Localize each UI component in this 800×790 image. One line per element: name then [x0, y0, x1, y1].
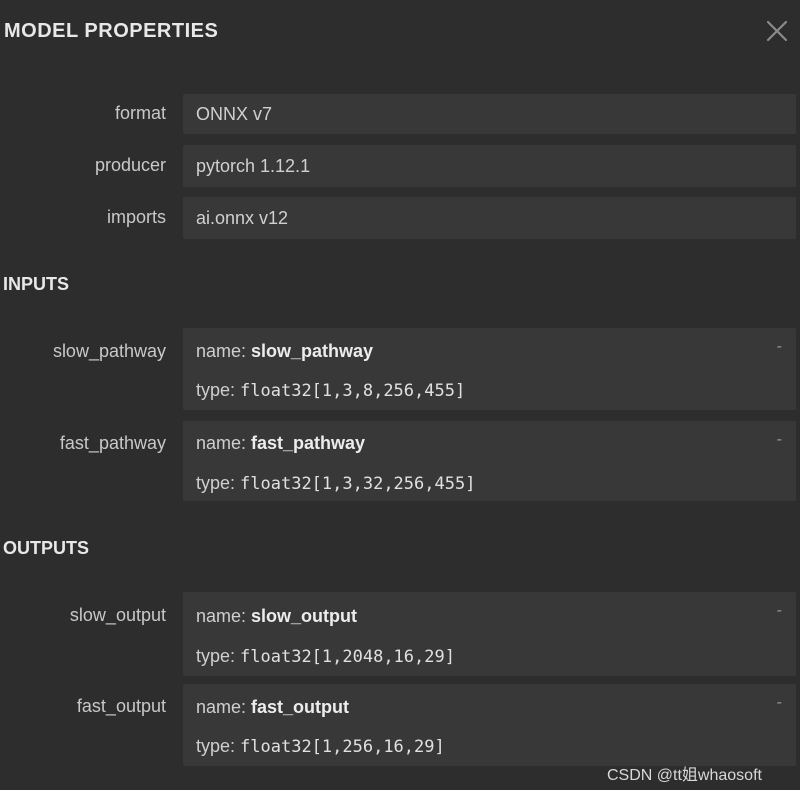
inputs-section-title: INPUTS: [3, 274, 70, 294]
input-type-line: type: float32[1,3,8,256,455]: [196, 380, 465, 401]
name-key: name:: [196, 606, 252, 626]
property-value-format: ONNX v7: [196, 104, 273, 124]
input-name: slow_pathway: [251, 341, 374, 361]
output-name-line: name: slow_output: [196, 606, 357, 627]
input-value-box: name: fast_pathway type: float32[1,3,32,…: [183, 421, 796, 501]
output-type-line: type: float32[1,2048,16,29]: [196, 646, 455, 667]
input-label: fast_pathway: [59, 433, 166, 453]
output-value-box: name: fast_output type: float32[1,256,16…: [183, 684, 796, 766]
input-name: fast_pathway: [251, 433, 366, 453]
property-value-producer: pytorch 1.12.1: [196, 156, 311, 176]
name-key: name:: [196, 697, 252, 717]
input-type: float32[1,3,32,256,455]: [240, 474, 476, 494]
name-key: name:: [196, 341, 252, 361]
output-name: slow_output: [251, 606, 358, 626]
property-label-imports: imports: [106, 207, 166, 227]
property-value-box-imports: ai.onnx v12: [183, 197, 796, 239]
input-label: slow_pathway: [52, 341, 166, 361]
type-key: type:: [196, 736, 241, 756]
input-type-line: type: float32[1,3,32,256,455]: [196, 473, 475, 494]
output-name-line: name: fast_output: [196, 697, 349, 718]
close-icon: [766, 20, 788, 42]
expand-toggle-button[interactable]: -: [777, 602, 782, 620]
type-key: type:: [196, 473, 241, 493]
close-button[interactable]: [764, 18, 790, 44]
input-name-line: name: fast_pathway: [196, 433, 365, 454]
output-name: fast_output: [251, 697, 350, 717]
property-value-box-producer: pytorch 1.12.1: [183, 145, 796, 187]
output-type: float32[1,256,16,29]: [240, 737, 445, 757]
property-label-format: format: [114, 103, 166, 123]
output-label: fast_output: [76, 696, 166, 716]
property-value-imports: ai.onnx v12: [196, 208, 289, 228]
watermark: CSDN @tt姐whaosoft: [607, 767, 762, 784]
name-key: name:: [196, 433, 252, 453]
panel-title: MODEL PROPERTIES: [4, 20, 219, 42]
expand-toggle-button[interactable]: -: [777, 338, 782, 356]
input-name-line: name: slow_pathway: [196, 341, 373, 362]
expand-toggle-button[interactable]: -: [777, 694, 782, 712]
output-value-box: name: slow_output type: float32[1,2048,1…: [183, 592, 796, 676]
property-label-producer: producer: [94, 155, 166, 175]
property-value-box-format: ONNX v7: [183, 94, 796, 134]
expand-toggle-button[interactable]: -: [777, 431, 782, 449]
output-label: slow_output: [69, 605, 166, 625]
output-type-line: type: float32[1,256,16,29]: [196, 736, 445, 757]
outputs-section-title: OUTPUTS: [3, 538, 90, 558]
type-key: type:: [196, 646, 241, 666]
type-key: type:: [196, 380, 241, 400]
model-properties-panel: MODEL PROPERTIES format ONNX v7 producer…: [0, 0, 800, 790]
input-type: float32[1,3,8,256,455]: [240, 381, 466, 401]
output-type: float32[1,2048,16,29]: [240, 647, 455, 667]
input-value-box: name: slow_pathway type: float32[1,3,8,2…: [183, 328, 796, 410]
